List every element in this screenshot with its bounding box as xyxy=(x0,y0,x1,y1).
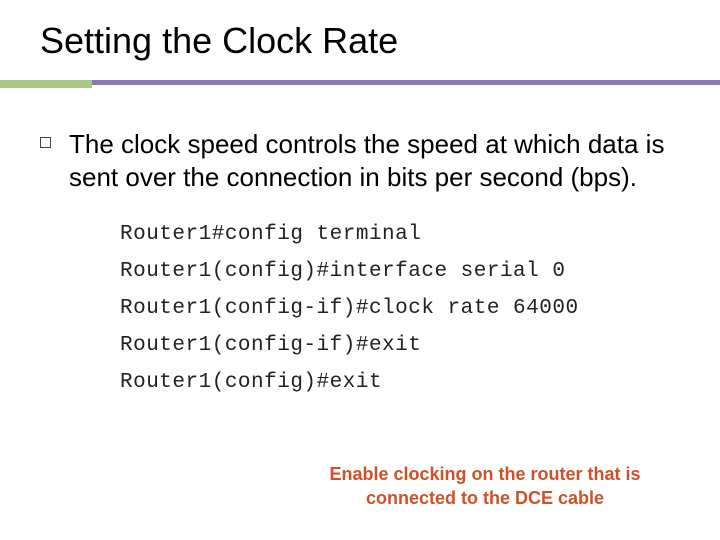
code-line: Router1(config)#exit xyxy=(120,371,680,394)
caption-text: Enable clocking on the router that is co… xyxy=(310,463,660,510)
code-line: Router1#config terminal xyxy=(120,223,680,246)
body-text: The clock speed controls the speed at wh… xyxy=(69,128,680,193)
code-line: Router1(config-if)#exit xyxy=(120,334,680,357)
title-underline xyxy=(0,80,720,88)
code-line: Router1(config)#interface serial 0 xyxy=(120,260,680,283)
code-line: Router1(config-if)#clock rate 64000 xyxy=(120,297,680,320)
slide-title: Setting the Clock Rate xyxy=(0,0,720,62)
bullet-square-icon xyxy=(40,137,51,148)
underline-accent-purple xyxy=(92,80,720,85)
bullet-item: The clock speed controls the speed at wh… xyxy=(40,128,680,193)
underline-accent-green xyxy=(0,80,92,88)
content-area: The clock speed controls the speed at wh… xyxy=(0,88,720,394)
code-block: Router1#config terminal Router1(config)#… xyxy=(120,223,680,394)
